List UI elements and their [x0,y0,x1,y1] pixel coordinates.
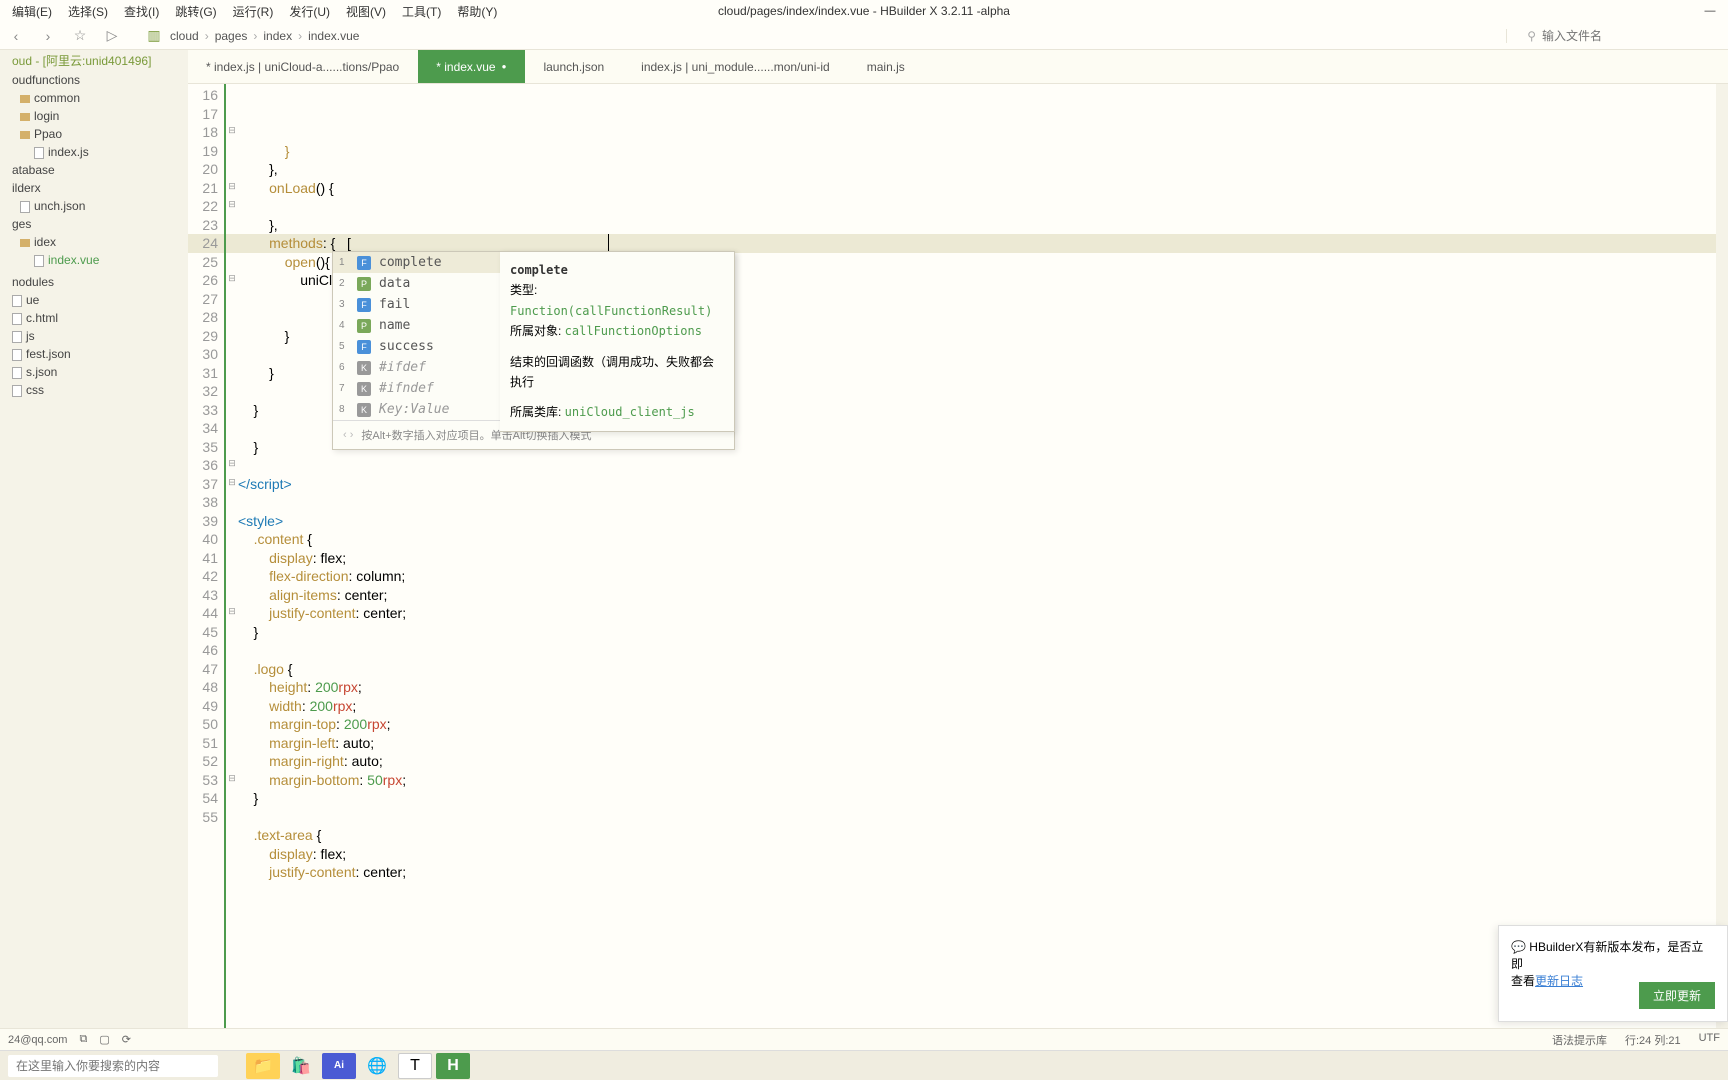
tab[interactable]: * index.js | uniCloud-a......tions/Ppao [188,50,418,83]
message-icon: 💬 [1511,940,1526,954]
user-email[interactable]: 24@qq.com [8,1034,67,1046]
cursor-position: 行:24 列:21 [1625,1032,1681,1048]
app-browser[interactable]: 🌐 [360,1053,394,1079]
file-search[interactable]: ⚲ [1506,29,1662,43]
sidebar-item[interactable]: ue [0,291,188,309]
sidebar: oud - [阿里云:unid401496]oudfunctionscommon… [0,50,188,1038]
app-explorer[interactable]: 📁 [246,1053,280,1079]
sidebar-item[interactable]: unch.json [0,197,188,215]
crumb-0[interactable]: cloud [170,29,199,43]
sidebar-item[interactable]: oud - [阿里云:unid401496] [0,50,188,71]
notif-text: HBuilderX有新版本发布，是否立即 [1511,940,1703,971]
update-now-button[interactable]: 立即更新 [1639,982,1715,1009]
text-cursor [608,234,609,251]
line-gutter: 1617181920212223242526272829303132333435… [188,84,226,1038]
editor-tabs: * index.js | uniCloud-a......tions/Ppao*… [188,50,1728,84]
autocomplete-detail: complete 类型: Function(callFunctionResult… [500,251,735,432]
toolbar: ‹ › ☆ ▷ ▥ cloud› pages› index› index.vue… [0,22,1728,50]
sidebar-item[interactable]: index.vue [0,251,188,269]
menubar: 编辑(E) 选择(S) 查找(I) 跳转(G) 运行(R) 发行(U) 视图(V… [0,0,1728,22]
fold-gutter: ⊟⊟⊟⊟⊟⊟⊟⊟ [226,84,238,1038]
sidebar-item[interactable]: css [0,381,188,399]
menu-publish[interactable]: 发行(U) [281,1,338,22]
app-text[interactable]: T [398,1053,432,1079]
sidebar-item[interactable]: Ppao [0,125,188,143]
sidebar-item[interactable]: oudfunctions [0,71,188,89]
menu-tools[interactable]: 工具(T) [394,1,449,22]
back-icon[interactable]: ‹ [6,26,26,46]
menu-run[interactable]: 运行(R) [225,1,282,22]
sync-icon[interactable]: ⟳ [122,1033,131,1046]
changelog-link[interactable]: 更新日志 [1535,974,1583,988]
crumb-3[interactable]: index.vue [308,29,359,43]
menu-select[interactable]: 选择(S) [60,1,116,22]
sidebar-item[interactable]: atabase [0,161,188,179]
crumb-1[interactable]: pages [215,29,248,43]
menu-goto[interactable]: 跳转(G) [167,1,224,22]
taskbar: 📁 🛍️ Ai 🌐 T H [0,1050,1728,1080]
tab[interactable]: main.js [849,50,924,83]
sidebar-item[interactable]: c.html [0,309,188,327]
encoding[interactable]: UTF [1699,1032,1720,1048]
run-icon[interactable]: ▷ [102,26,122,46]
panel-icon[interactable]: ▢ [99,1033,109,1046]
sidebar-item[interactable]: login [0,107,188,125]
ac-detail-title: complete [510,260,724,280]
sidebar-item[interactable]: fest.json [0,345,188,363]
code-area[interactable]: } }, onLoad() { }, methods: { [ open(){ … [238,84,1728,1038]
menu-help[interactable]: 帮助(Y) [449,1,505,22]
sidebar-item[interactable]: common [0,89,188,107]
menu-edit[interactable]: 编辑(E) [4,1,60,22]
sidebar-item[interactable]: ges [0,215,188,233]
sidebar-item[interactable]: nodules [0,273,188,291]
forward-icon[interactable]: › [38,26,58,46]
crumb-2[interactable]: index [263,29,292,43]
tab[interactable]: index.js | uni_module......mon/uni-id [623,50,849,83]
window-title: cloud/pages/index/index.vue - HBuilder X… [718,4,1010,18]
minimize-button[interactable]: — [1692,0,1728,22]
sidebar-item[interactable]: index.js [0,143,188,161]
syntax-lib[interactable]: 语法提示库 [1552,1032,1607,1048]
editor[interactable]: 1617181920212223242526272829303132333435… [188,84,1728,1038]
tab[interactable]: * index.vue● [418,50,525,83]
statusbar: 24@qq.com ⧉ ▢ ⟳ 语法提示库 行:24 列:21 UTF [0,1028,1728,1050]
star-icon[interactable]: ☆ [70,26,90,46]
sidebar-item[interactable]: idex [0,233,188,251]
taskbar-search[interactable] [8,1055,218,1077]
app-store[interactable]: 🛍️ [284,1053,318,1079]
tab[interactable]: launch.json [525,50,623,83]
terminal-icon[interactable]: ⧉ [79,1033,87,1046]
sidebar-item[interactable]: js [0,327,188,345]
sidebar-item[interactable]: ilderx [0,179,188,197]
update-notification: 💬 HBuilderX有新版本发布，是否立即 查看更新日志 立即更新 [1498,925,1728,1022]
app-photoshop[interactable]: Ai [322,1053,356,1079]
sidebar-item[interactable]: s.json [0,363,188,381]
app-hbuilder[interactable]: H [436,1053,470,1079]
menu-view[interactable]: 视图(V) [338,1,394,22]
search-input[interactable] [1542,29,1662,43]
menu-find[interactable]: 查找(I) [116,1,167,22]
search-icon: ⚲ [1527,29,1536,43]
breadcrumb: ▥ cloud› pages› index› index.vue [144,26,359,46]
explorer-icon[interactable]: ▥ [144,26,164,46]
